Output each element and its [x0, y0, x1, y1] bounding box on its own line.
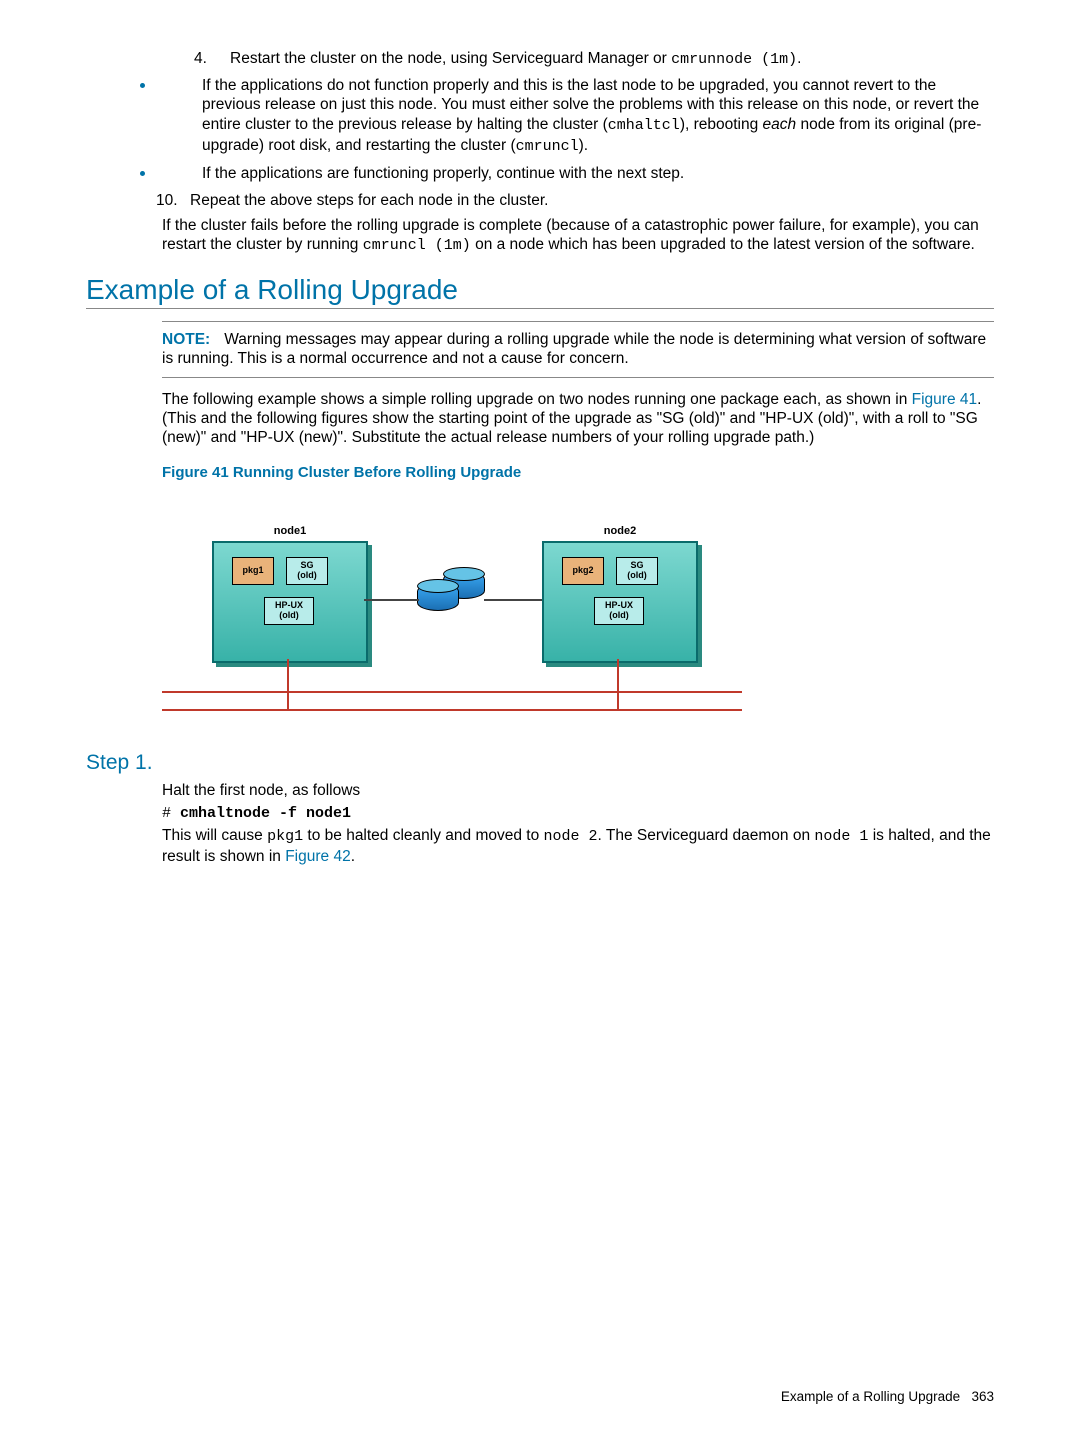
code-cmhaltcl: cmhaltcl	[608, 117, 680, 134]
bullet-not-functioning: If the applications do not function prop…	[162, 76, 994, 156]
step1-intro: Halt the first node, as follows	[162, 781, 994, 800]
step-number: 10.	[156, 192, 184, 210]
step-text: Restart the cluster on the node, using S…	[230, 50, 801, 68]
node2-title: node2	[544, 525, 696, 537]
bullet-dot-icon	[140, 171, 145, 176]
step-text: Repeat the above steps for each node in …	[190, 192, 548, 210]
page-footer: Example of a Rolling Upgrade 363	[781, 1389, 994, 1404]
hpux-old-box: HP-UX (old)	[264, 597, 314, 625]
code-cmrunnode: cmrunnode (1m)	[671, 51, 797, 68]
note-block: NOTE:Warning messages may appear during …	[162, 321, 994, 378]
node2-box: node2 pkg2 SG (old) HP-UX (old)	[542, 541, 698, 663]
code-pkg1: pkg1	[267, 828, 303, 845]
text: This will cause	[162, 827, 267, 844]
link-figure-41[interactable]: Figure 41	[912, 391, 977, 408]
code-node2: node 2	[544, 828, 598, 845]
node1-title: node1	[214, 525, 366, 537]
example-paragraph: The following example shows a simple rol…	[162, 390, 994, 448]
footer-section-title: Example of a Rolling Upgrade	[781, 1389, 960, 1404]
bullet-functioning: If the applications are functioning prop…	[162, 164, 994, 183]
note-text: Warning messages may appear during a rol…	[162, 331, 986, 367]
text: The following example shows a simple rol…	[162, 391, 912, 408]
text: Restart the cluster on the node, using S…	[230, 50, 671, 67]
shared-disks-icon	[417, 571, 487, 621]
bus-connector	[287, 659, 289, 691]
command-text: cmhaltnode -f node1	[180, 805, 351, 822]
disk-icon	[417, 583, 459, 611]
note-label: NOTE:	[162, 331, 210, 348]
text: If the applications are functioning prop…	[202, 165, 684, 182]
period: .	[797, 50, 801, 67]
text: . The Serviceguard daemon on	[598, 827, 815, 844]
step1-result-paragraph: This will cause pkg1 to be halted cleanl…	[162, 826, 994, 866]
code-cmruncl-1m: cmruncl (1m)	[363, 237, 471, 254]
figure-41-diagram: node1 pkg1 SG (old) HP-UX (old) node2 pk…	[162, 511, 782, 711]
pkg1-box: pkg1	[232, 557, 274, 585]
connector-line	[484, 599, 542, 601]
text: ).	[579, 137, 588, 154]
link-figure-42[interactable]: Figure 42	[285, 848, 350, 865]
ordered-step-4: 4. Restart the cluster on the node, usin…	[194, 50, 994, 68]
figure-41-caption: Figure 41 Running Cluster Before Rolling…	[162, 464, 994, 481]
heading-step-1: Step 1.	[86, 751, 994, 775]
bus-connector	[617, 659, 619, 691]
cluster-fail-paragraph: If the cluster fails before the rolling …	[162, 216, 994, 256]
network-bus	[162, 691, 742, 693]
bus-connector	[287, 691, 289, 709]
command-cmhaltnode: # cmhaltnode -f node1	[162, 804, 994, 822]
footer-page-number: 363	[971, 1389, 994, 1404]
text: ), rebooting	[680, 116, 763, 133]
prompt-hash: #	[162, 805, 180, 822]
step-number: 4.	[194, 50, 224, 68]
text: .	[351, 848, 355, 865]
text: to be halted cleanly and moved to	[303, 827, 543, 844]
text: on a node which has been upgraded to the…	[471, 236, 975, 253]
connector-line	[364, 599, 419, 601]
code-cmruncl: cmruncl	[516, 138, 579, 155]
bus-connector	[617, 691, 619, 709]
bullet-dot-icon	[140, 83, 145, 88]
ordered-step-10: 10. Repeat the above steps for each node…	[156, 192, 994, 210]
heading-example-rolling-upgrade: Example of a Rolling Upgrade	[86, 274, 994, 309]
sg-old-box: SG (old)	[616, 557, 658, 585]
hpux-old-box: HP-UX (old)	[594, 597, 644, 625]
code-node1: node 1	[814, 828, 868, 845]
emphasis-each: each	[763, 116, 797, 133]
pkg2-box: pkg2	[562, 557, 604, 585]
node1-box: node1 pkg1 SG (old) HP-UX (old)	[212, 541, 368, 663]
network-bus	[162, 709, 742, 711]
sg-old-box: SG (old)	[286, 557, 328, 585]
